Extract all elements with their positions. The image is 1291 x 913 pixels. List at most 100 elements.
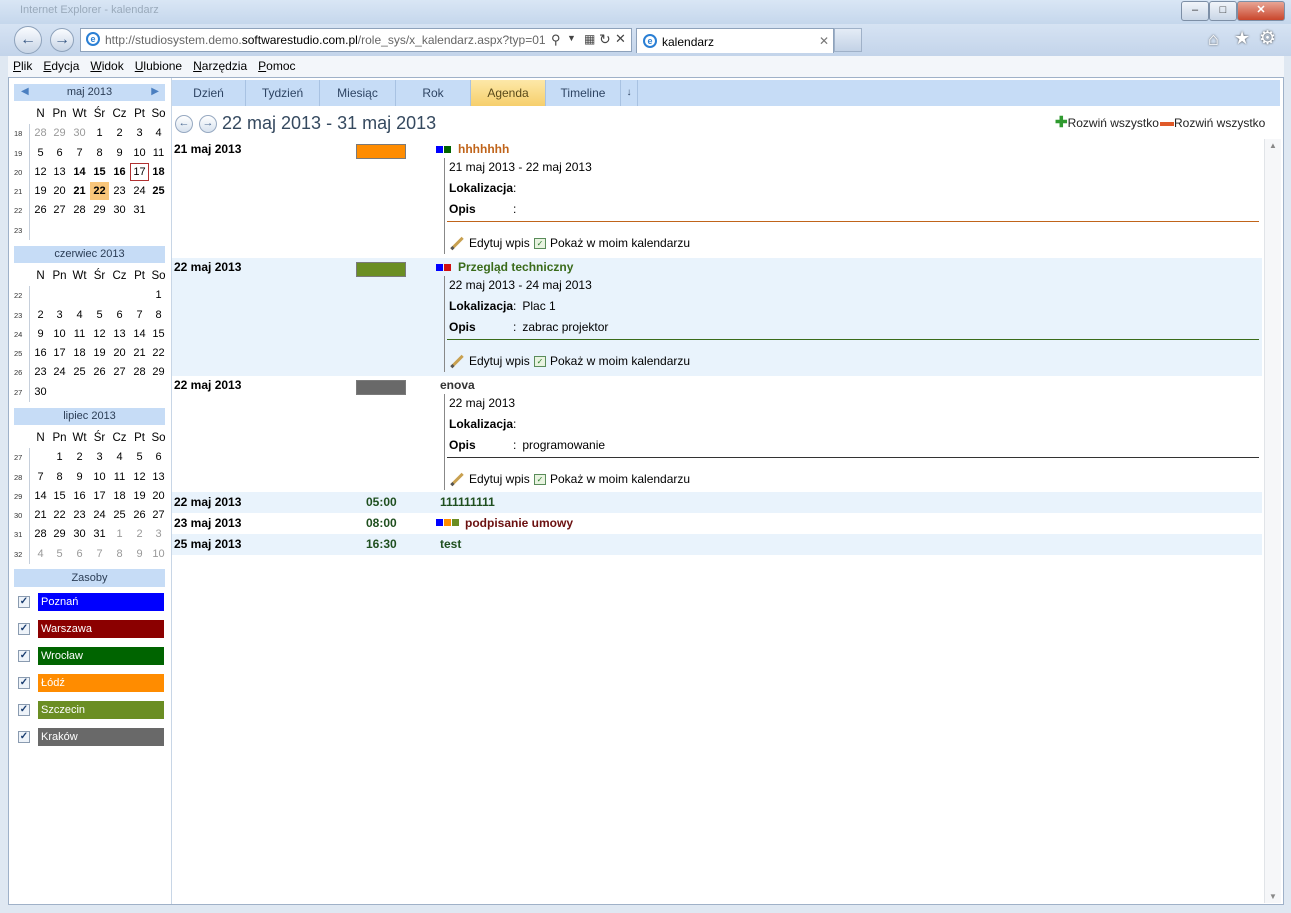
calendar-day[interactable]: 1 — [90, 124, 109, 142]
event-title[interactable]: test — [440, 537, 461, 551]
event-title[interactable]: podpisanie umowy — [465, 516, 573, 530]
event-title[interactable]: enova — [440, 378, 475, 392]
calendar-day[interactable]: 31 — [90, 525, 109, 543]
more-views-icon[interactable]: ↓ — [621, 80, 638, 106]
show-in-calendar-link[interactable]: ✓ Pokaż w moim kalendarzu — [534, 354, 690, 368]
stop-icon[interactable]: ✕ — [615, 31, 626, 47]
calendar-day[interactable]: 20 — [110, 344, 129, 362]
calendar-day[interactable]: 16 — [110, 163, 129, 181]
calendar-day[interactable]: 24 — [90, 506, 109, 524]
calendar-day[interactable]: 23 — [110, 182, 129, 200]
calendar-day[interactable]: 25 — [149, 182, 168, 200]
calendar-day[interactable]: 10 — [149, 545, 168, 563]
calendar-day[interactable]: 22 — [149, 344, 168, 362]
calendar-day[interactable]: 28 — [31, 124, 50, 142]
minimize-button[interactable]: – — [1181, 1, 1209, 21]
resource-checkbox[interactable]: ✓ — [18, 731, 30, 743]
new-tab-button[interactable] — [834, 28, 862, 52]
calendar-day[interactable]: 10 — [90, 468, 109, 486]
calendar-day[interactable]: 8 — [149, 306, 168, 324]
calendar-day[interactable]: 25 — [70, 363, 89, 381]
close-window-button[interactable]: ✕ — [1237, 1, 1285, 21]
calendar-day[interactable]: 28 — [70, 201, 89, 219]
resource-checkbox[interactable]: ✓ — [18, 677, 30, 689]
calendar-day[interactable]: 27 — [149, 506, 168, 524]
favorites-star-icon[interactable]: ★ — [1234, 28, 1250, 49]
resource-checkbox[interactable]: ✓ — [18, 623, 30, 635]
calendar-day[interactable]: 28 — [31, 525, 50, 543]
resource-item[interactable]: ✓ Wrocław — [18, 647, 168, 665]
show-in-calendar-link[interactable]: ✓ Pokaż w moim kalendarzu — [534, 472, 690, 486]
calendar-day[interactable]: 1 — [110, 525, 129, 543]
calendar-day[interactable]: 26 — [130, 506, 149, 524]
calendar-day[interactable]: 29 — [90, 201, 109, 219]
address-bar[interactable]: e http://studiosystem.demo.softwarestudi… — [80, 28, 632, 52]
calendar-day[interactable]: 26 — [90, 363, 109, 381]
tab-timeline[interactable]: Timeline — [546, 80, 621, 106]
menu-edycja[interactable]: Edycja — [38, 56, 85, 73]
calendar-day[interactable]: 29 — [50, 525, 69, 543]
calendar-day[interactable]: 17 — [130, 162, 149, 181]
calendar-day[interactable]: 5 — [90, 306, 109, 324]
close-tab-icon[interactable]: ✕ — [819, 34, 829, 48]
calendar-day[interactable]: 6 — [70, 545, 89, 563]
calendar-day[interactable]: 8 — [110, 545, 129, 563]
calendar-day[interactable]: 12 — [130, 468, 149, 486]
show-in-calendar-link[interactable]: ✓ Pokaż w moim kalendarzu — [534, 236, 690, 250]
vertical-scrollbar[interactable]: ▲ ▼ — [1264, 139, 1281, 903]
calendar-day[interactable]: 7 — [90, 545, 109, 563]
calendar-day[interactable]: 18 — [110, 487, 129, 505]
resource-item[interactable]: ✓ Warszawa — [18, 620, 168, 638]
calendar-day[interactable]: 9 — [70, 468, 89, 486]
browser-tab[interactable]: e kalendarz ✕ — [636, 28, 834, 53]
calendar-day[interactable]: 6 — [50, 144, 69, 162]
calendar-day[interactable]: 2 — [110, 124, 129, 142]
calendar-day[interactable]: 30 — [110, 201, 129, 219]
calendar-day[interactable]: 3 — [50, 306, 69, 324]
prev-range-icon[interactable]: ← — [175, 115, 193, 133]
event-title[interactable]: Przegląd techniczny — [458, 260, 573, 274]
menu-narzedzia[interactable]: Narzędzia — [188, 56, 253, 73]
prev-month-icon[interactable]: ◀ — [21, 84, 29, 100]
calendar-day[interactable]: 12 — [90, 325, 109, 343]
calendar-day[interactable]: 9 — [130, 545, 149, 563]
event-title[interactable]: 111111111 — [440, 495, 495, 509]
calendar-day[interactable]: 27 — [50, 201, 69, 219]
calendar-day[interactable]: 3 — [149, 525, 168, 543]
refresh-icon[interactable]: ↻ — [599, 31, 611, 48]
resource-checkbox[interactable]: ✓ — [18, 650, 30, 662]
calendar-day[interactable]: 13 — [110, 325, 129, 343]
tab-tydzien[interactable]: Tydzień — [246, 80, 320, 106]
resource-checkbox[interactable]: ✓ — [18, 596, 30, 608]
calendar-day[interactable]: 26 — [31, 201, 50, 219]
home-icon[interactable]: ⌂ — [1208, 29, 1219, 50]
calendar-day[interactable]: 24 — [50, 363, 69, 381]
calendar-day[interactable]: 9 — [110, 144, 129, 162]
calendar-day[interactable]: 27 — [110, 363, 129, 381]
resource-item[interactable]: ✓ Szczecin — [18, 701, 168, 719]
calendar-day[interactable]: 19 — [130, 487, 149, 505]
calendar-day[interactable]: 16 — [31, 344, 50, 362]
calendar-day[interactable]: 11 — [110, 468, 129, 486]
calendar-day[interactable]: 13 — [149, 468, 168, 486]
expand-all-link[interactable]: ✚Rozwiń wszystko — [1055, 115, 1159, 130]
menu-plik[interactable]: Plik — [8, 56, 38, 73]
scroll-up-icon[interactable]: ▲ — [1269, 141, 1277, 150]
calendar-day[interactable]: 23 — [70, 506, 89, 524]
calendar-day[interactable]: 28 — [130, 363, 149, 381]
scroll-down-icon[interactable]: ▼ — [1269, 892, 1277, 901]
calendar-day[interactable]: 29 — [50, 124, 69, 142]
calendar-day[interactable]: 10 — [50, 325, 69, 343]
calendar-day[interactable]: 14 — [130, 325, 149, 343]
collapse-all-link[interactable]: Rozwiń wszystko — [1160, 116, 1265, 130]
calendar-day[interactable]: 1 — [50, 448, 69, 466]
calendar-day[interactable]: 15 — [90, 163, 109, 181]
calendar-day[interactable]: 20 — [149, 487, 168, 505]
edit-entry-link[interactable]: Edytuj wpis — [449, 236, 530, 251]
calendar-day[interactable]: 19 — [90, 344, 109, 362]
dropdown-arrow-icon[interactable]: ▼ — [567, 33, 576, 43]
calendar-day[interactable]: 3 — [130, 124, 149, 142]
calendar-day[interactable]: 21 — [70, 182, 89, 200]
calendar-day[interactable]: 25 — [110, 506, 129, 524]
calendar-day[interactable]: 8 — [50, 468, 69, 486]
